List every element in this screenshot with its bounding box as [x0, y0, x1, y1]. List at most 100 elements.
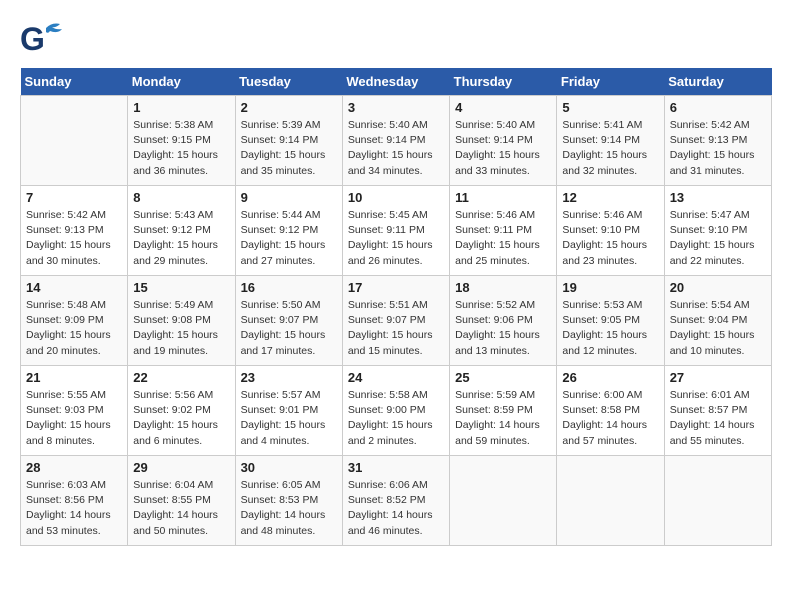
- day-info: Sunrise: 6:00 AM Sunset: 8:58 PM Dayligh…: [562, 388, 658, 449]
- day-number: 9: [241, 190, 337, 205]
- calendar-week-row: 21Sunrise: 5:55 AM Sunset: 9:03 PM Dayli…: [21, 366, 772, 456]
- calendar-cell: 6 Sunrise: 5:42 AM Sunset: 9:13 PM Daylig…: [664, 96, 771, 186]
- day-number: 3: [348, 100, 444, 115]
- day-info: Sunrise: 5:47 AM Sunset: 9:10 PM Dayligh…: [670, 208, 766, 269]
- day-info: Sunrise: 5:40 AM Sunset: 9:14 PM Dayligh…: [455, 118, 551, 179]
- day-number: 27: [670, 370, 766, 385]
- day-info: Sunrise: 5:43 AM Sunset: 9:12 PM Dayligh…: [133, 208, 229, 269]
- day-info: Sunrise: 5:42 AM Sunset: 9:13 PM Dayligh…: [670, 118, 766, 179]
- calendar-cell: [557, 456, 664, 546]
- day-info: Sunrise: 5:42 AM Sunset: 9:13 PM Dayligh…: [26, 208, 122, 269]
- day-info: Sunrise: 5:49 AM Sunset: 9:08 PM Dayligh…: [133, 298, 229, 359]
- weekday-header: Saturday: [664, 68, 771, 96]
- day-number: 17: [348, 280, 444, 295]
- day-number: 14: [26, 280, 122, 295]
- calendar-cell: 26 Sunrise: 6:00 AM Sunset: 8:58 PM Dayli…: [557, 366, 664, 456]
- day-info: Sunrise: 5:55 AM Sunset: 9:03 PM Dayligh…: [26, 388, 122, 449]
- day-number: 20: [670, 280, 766, 295]
- day-info: Sunrise: 6:06 AM Sunset: 8:52 PM Dayligh…: [348, 478, 444, 539]
- calendar-cell: [664, 456, 771, 546]
- day-info: Sunrise: 5:44 AM Sunset: 9:12 PM Dayligh…: [241, 208, 337, 269]
- calendar-cell: 1 Sunrise: 5:38 AM Sunset: 9:15 PM Daylig…: [128, 96, 235, 186]
- day-info: Sunrise: 5:41 AM Sunset: 9:14 PM Dayligh…: [562, 118, 658, 179]
- calendar-week-row: 1 Sunrise: 5:38 AM Sunset: 9:15 PM Daylig…: [21, 96, 772, 186]
- day-info: Sunrise: 5:46 AM Sunset: 9:11 PM Dayligh…: [455, 208, 551, 269]
- calendar-cell: 17Sunrise: 5:51 AM Sunset: 9:07 PM Dayli…: [342, 276, 449, 366]
- day-number: 7: [26, 190, 122, 205]
- day-info: Sunrise: 6:01 AM Sunset: 8:57 PM Dayligh…: [670, 388, 766, 449]
- calendar-cell: 30 Sunrise: 6:05 AM Sunset: 8:53 PM Dayli…: [235, 456, 342, 546]
- day-number: 1: [133, 100, 229, 115]
- calendar-cell: 13Sunrise: 5:47 AM Sunset: 9:10 PM Dayli…: [664, 186, 771, 276]
- calendar-table: SundayMondayTuesdayWednesdayThursdayFrid…: [20, 68, 772, 546]
- calendar-cell: 12Sunrise: 5:46 AM Sunset: 9:10 PM Dayli…: [557, 186, 664, 276]
- calendar-cell: 19 Sunrise: 5:53 AM Sunset: 9:05 PM Dayli…: [557, 276, 664, 366]
- day-number: 29: [133, 460, 229, 475]
- day-number: 31: [348, 460, 444, 475]
- calendar-cell: 28 Sunrise: 6:03 AM Sunset: 8:56 PM Dayli…: [21, 456, 128, 546]
- calendar-cell: 14 Sunrise: 5:48 AM Sunset: 9:09 PM Dayli…: [21, 276, 128, 366]
- weekday-header: Monday: [128, 68, 235, 96]
- day-info: Sunrise: 5:48 AM Sunset: 9:09 PM Dayligh…: [26, 298, 122, 359]
- day-info: Sunrise: 5:58 AM Sunset: 9:00 PM Dayligh…: [348, 388, 444, 449]
- calendar-cell: 16 Sunrise: 5:50 AM Sunset: 9:07 PM Dayli…: [235, 276, 342, 366]
- calendar-cell: 5Sunrise: 5:41 AM Sunset: 9:14 PM Daylig…: [557, 96, 664, 186]
- calendar-cell: 29 Sunrise: 6:04 AM Sunset: 8:55 PM Dayli…: [128, 456, 235, 546]
- weekday-header: Sunday: [21, 68, 128, 96]
- calendar-cell: [450, 456, 557, 546]
- day-info: Sunrise: 5:39 AM Sunset: 9:14 PM Dayligh…: [241, 118, 337, 179]
- logo: G: [20, 20, 68, 58]
- calendar-week-row: 14 Sunrise: 5:48 AM Sunset: 9:09 PM Dayli…: [21, 276, 772, 366]
- calendar-cell: 7 Sunrise: 5:42 AM Sunset: 9:13 PM Daylig…: [21, 186, 128, 276]
- day-number: 15: [133, 280, 229, 295]
- day-info: Sunrise: 6:04 AM Sunset: 8:55 PM Dayligh…: [133, 478, 229, 539]
- day-info: Sunrise: 5:59 AM Sunset: 8:59 PM Dayligh…: [455, 388, 551, 449]
- calendar-week-row: 7 Sunrise: 5:42 AM Sunset: 9:13 PM Daylig…: [21, 186, 772, 276]
- day-info: Sunrise: 5:57 AM Sunset: 9:01 PM Dayligh…: [241, 388, 337, 449]
- day-number: 6: [670, 100, 766, 115]
- day-number: 23: [241, 370, 337, 385]
- day-number: 4: [455, 100, 551, 115]
- calendar-cell: 10Sunrise: 5:45 AM Sunset: 9:11 PM Dayli…: [342, 186, 449, 276]
- day-number: 8: [133, 190, 229, 205]
- calendar-cell: 27 Sunrise: 6:01 AM Sunset: 8:57 PM Dayli…: [664, 366, 771, 456]
- day-info: Sunrise: 5:53 AM Sunset: 9:05 PM Dayligh…: [562, 298, 658, 359]
- day-number: 30: [241, 460, 337, 475]
- calendar-cell: 21Sunrise: 5:55 AM Sunset: 9:03 PM Dayli…: [21, 366, 128, 456]
- weekday-header: Friday: [557, 68, 664, 96]
- calendar-cell: 23 Sunrise: 5:57 AM Sunset: 9:01 PM Dayli…: [235, 366, 342, 456]
- calendar-cell: 20 Sunrise: 5:54 AM Sunset: 9:04 PM Dayli…: [664, 276, 771, 366]
- day-info: Sunrise: 5:38 AM Sunset: 9:15 PM Dayligh…: [133, 118, 229, 179]
- calendar-cell: 15 Sunrise: 5:49 AM Sunset: 9:08 PM Dayli…: [128, 276, 235, 366]
- day-number: 28: [26, 460, 122, 475]
- calendar-week-row: 28 Sunrise: 6:03 AM Sunset: 8:56 PM Dayli…: [21, 456, 772, 546]
- calendar-cell: 8 Sunrise: 5:43 AM Sunset: 9:12 PM Daylig…: [128, 186, 235, 276]
- calendar-cell: 2 Sunrise: 5:39 AM Sunset: 9:14 PM Daylig…: [235, 96, 342, 186]
- calendar-cell: 4 Sunrise: 5:40 AM Sunset: 9:14 PM Daylig…: [450, 96, 557, 186]
- page-header: G: [20, 20, 772, 58]
- day-info: Sunrise: 5:50 AM Sunset: 9:07 PM Dayligh…: [241, 298, 337, 359]
- calendar-cell: 18Sunrise: 5:52 AM Sunset: 9:06 PM Dayli…: [450, 276, 557, 366]
- day-number: 2: [241, 100, 337, 115]
- day-info: Sunrise: 6:03 AM Sunset: 8:56 PM Dayligh…: [26, 478, 122, 539]
- day-info: Sunrise: 5:45 AM Sunset: 9:11 PM Dayligh…: [348, 208, 444, 269]
- calendar-header-row: SundayMondayTuesdayWednesdayThursdayFrid…: [21, 68, 772, 96]
- svg-text:G: G: [20, 21, 45, 57]
- day-info: Sunrise: 5:54 AM Sunset: 9:04 PM Dayligh…: [670, 298, 766, 359]
- day-number: 19: [562, 280, 658, 295]
- calendar-cell: 25 Sunrise: 5:59 AM Sunset: 8:59 PM Dayli…: [450, 366, 557, 456]
- day-number: 25: [455, 370, 551, 385]
- day-number: 12: [562, 190, 658, 205]
- calendar-cell: 11 Sunrise: 5:46 AM Sunset: 9:11 PM Dayli…: [450, 186, 557, 276]
- day-info: Sunrise: 5:40 AM Sunset: 9:14 PM Dayligh…: [348, 118, 444, 179]
- weekday-header: Wednesday: [342, 68, 449, 96]
- day-number: 11: [455, 190, 551, 205]
- calendar-cell: [21, 96, 128, 186]
- logo-icon: G: [20, 20, 64, 58]
- day-number: 26: [562, 370, 658, 385]
- day-info: Sunrise: 5:52 AM Sunset: 9:06 PM Dayligh…: [455, 298, 551, 359]
- day-number: 22: [133, 370, 229, 385]
- day-info: Sunrise: 6:05 AM Sunset: 8:53 PM Dayligh…: [241, 478, 337, 539]
- day-number: 16: [241, 280, 337, 295]
- weekday-header: Tuesday: [235, 68, 342, 96]
